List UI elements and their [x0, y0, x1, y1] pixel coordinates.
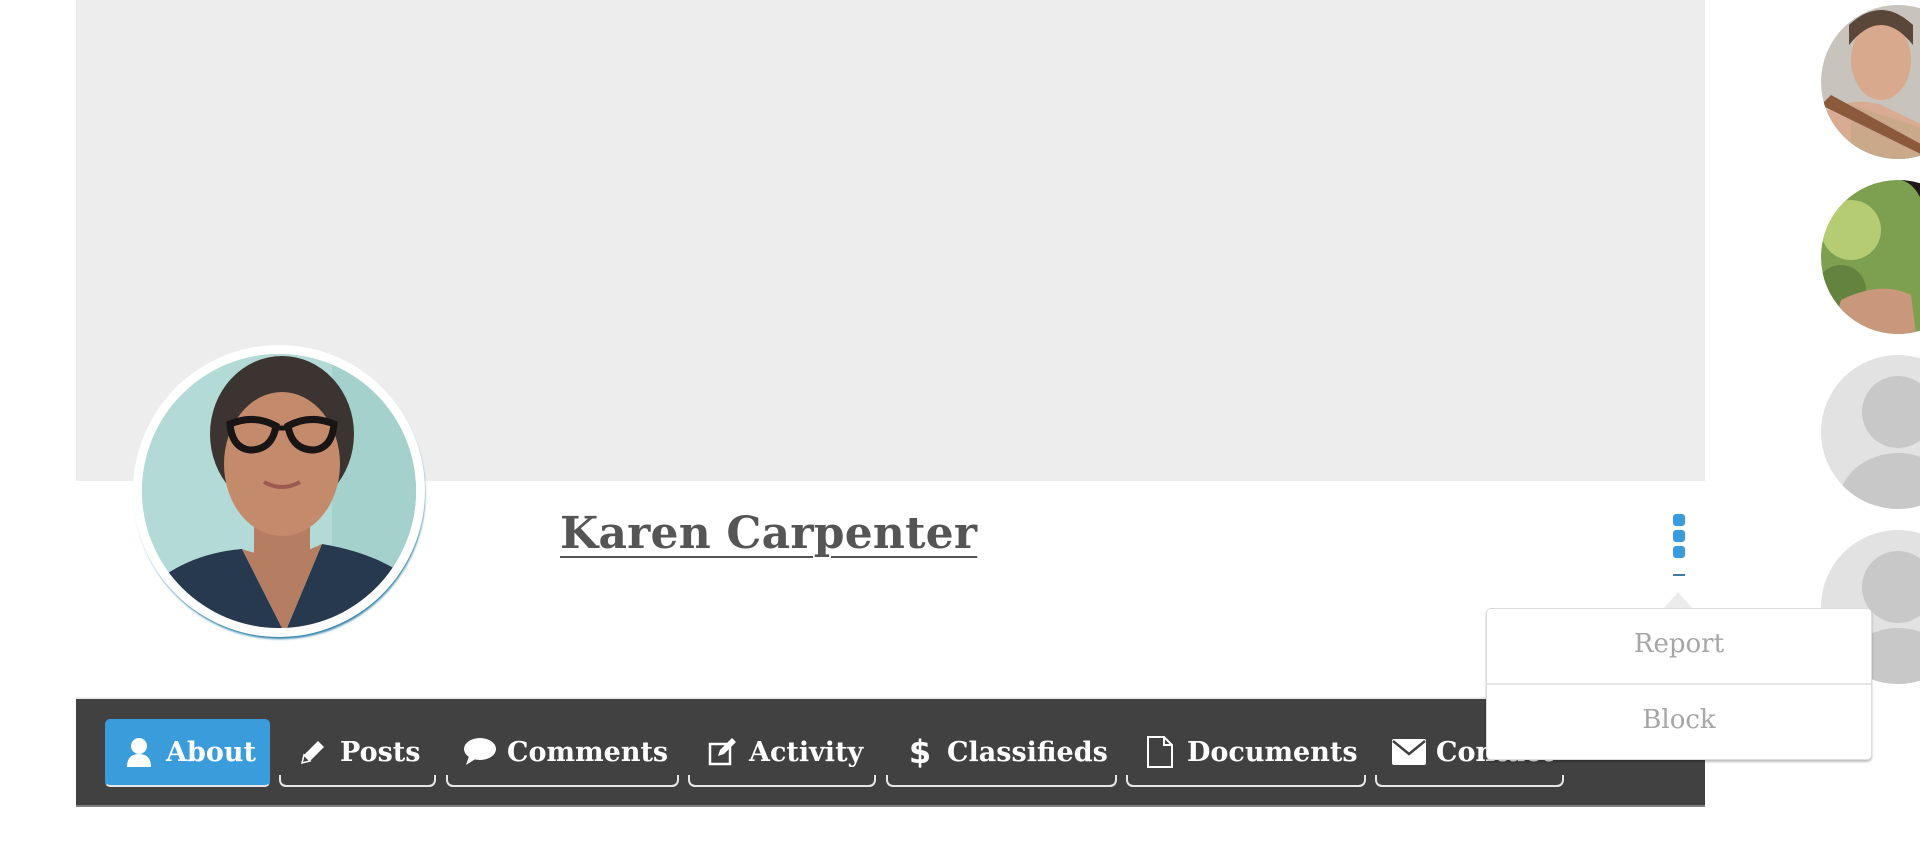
- kebab-dot: [1673, 546, 1685, 558]
- tab-about[interactable]: About: [105, 719, 270, 787]
- member-photo-woman-dark-hair: [1821, 180, 1920, 334]
- edit-square-icon: [705, 735, 739, 769]
- dropdown-caret: [1664, 592, 1692, 608]
- document-icon: [1143, 735, 1177, 769]
- member-photo-woman-bag-strap: [1821, 5, 1920, 159]
- user-icon: [122, 735, 156, 769]
- menu-item-block[interactable]: Block: [1487, 683, 1871, 759]
- profile-actions-dropdown: Report Block: [1486, 608, 1872, 760]
- dollar-icon: $: [903, 735, 937, 769]
- tab-label: About: [166, 736, 256, 768]
- kebab-vertical-icon[interactable]: [1672, 514, 1686, 578]
- tab-posts[interactable]: Posts: [279, 719, 436, 787]
- kebab-dot: [1673, 530, 1685, 542]
- suggested-member-avatar[interactable]: [1821, 5, 1920, 159]
- profile-page: Karen Carpenter Report Block About Posts: [0, 0, 1920, 857]
- profile-avatar[interactable]: [133, 345, 425, 637]
- tab-comments[interactable]: Comments: [446, 719, 679, 787]
- avatar-woman-glasses-image: [142, 354, 416, 628]
- svg-text:$: $: [909, 735, 931, 769]
- profile-name-link[interactable]: Karen Carpenter: [560, 508, 977, 559]
- tab-label: Posts: [340, 736, 421, 768]
- speech-bubble-icon: [463, 735, 497, 769]
- suggested-member-avatar-placeholder[interactable]: [1821, 355, 1920, 509]
- pencil-icon: [296, 735, 330, 769]
- kebab-underline: [1673, 574, 1685, 576]
- kebab-dot: [1673, 514, 1685, 526]
- tab-label: Documents: [1187, 736, 1358, 768]
- tab-documents[interactable]: Documents: [1126, 719, 1366, 787]
- avatar-photo: [142, 354, 416, 628]
- envelope-icon: [1392, 735, 1426, 769]
- menu-item-report[interactable]: Report: [1487, 609, 1871, 683]
- profile-nav-bar: About Posts Comments Activity $ Classifi…: [76, 697, 1705, 807]
- default-avatar-icon: [1821, 355, 1920, 509]
- tab-activity[interactable]: Activity: [688, 719, 876, 787]
- tab-label: Classifieds: [947, 736, 1108, 768]
- tab-label: Activity: [749, 736, 864, 768]
- suggested-member-avatar[interactable]: [1821, 180, 1920, 334]
- tab-label: Comments: [507, 736, 669, 768]
- tab-classifieds[interactable]: $ Classifieds: [886, 719, 1117, 787]
